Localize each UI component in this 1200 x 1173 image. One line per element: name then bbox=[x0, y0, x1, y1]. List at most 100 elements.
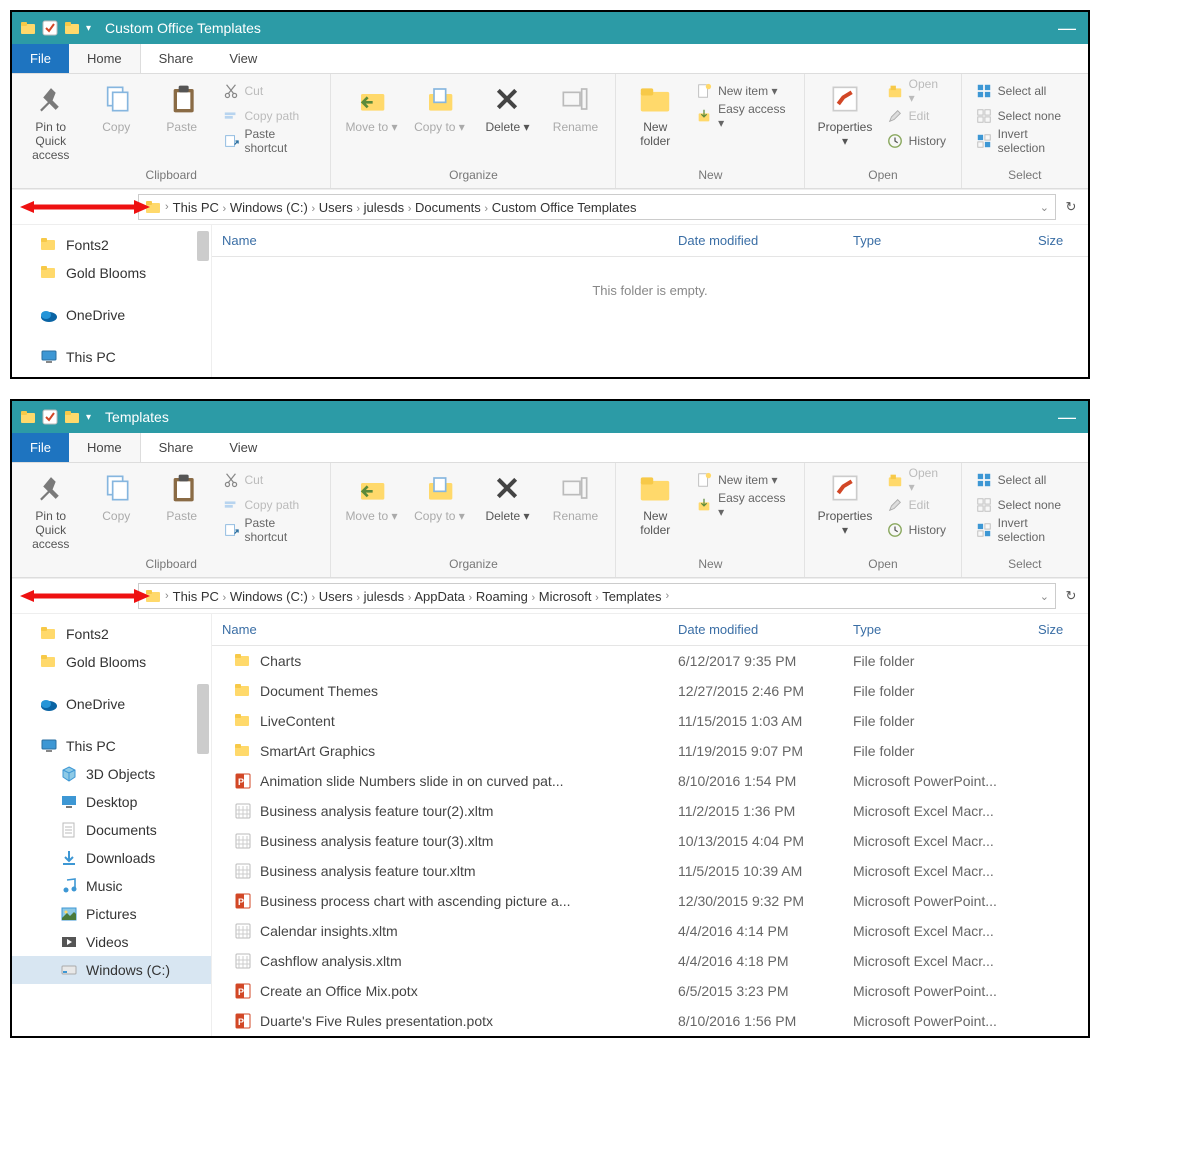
breadcrumb-path[interactable]: This PC › Windows (C:) › Users › julesds… bbox=[173, 589, 662, 604]
file-row[interactable]: Create an Office Mix.potx 6/5/2015 3:23 … bbox=[212, 976, 1088, 1006]
chevron-right-icon[interactable]: › bbox=[356, 592, 360, 604]
delete-button[interactable]: Delete ▾ bbox=[477, 467, 537, 527]
chevron-right-icon[interactable]: › bbox=[531, 592, 535, 604]
file-row[interactable]: Charts 6/12/2017 9:35 PM File folder bbox=[212, 646, 1088, 676]
breadcrumb-segment[interactable]: AppData bbox=[414, 589, 465, 604]
move-to-button[interactable]: Move to ▾ bbox=[341, 467, 401, 527]
breadcrumb-segment[interactable]: julesds bbox=[364, 589, 404, 604]
edit-button[interactable]: Edit bbox=[883, 494, 951, 516]
breadcrumb-segment[interactable]: Microsoft bbox=[539, 589, 592, 604]
file-row[interactable]: Calendar insights.xltm 4/4/2016 4:14 PM … bbox=[212, 916, 1088, 946]
tab-share[interactable]: Share bbox=[141, 44, 212, 73]
history-button[interactable]: History bbox=[883, 130, 951, 152]
chevron-right-icon[interactable]: › bbox=[223, 592, 227, 604]
file-row[interactable]: LiveContent 11/15/2015 1:03 AM File fold… bbox=[212, 706, 1088, 736]
file-list[interactable]: Name Date modified Type Size Charts 6/12… bbox=[212, 614, 1088, 1036]
paste-button[interactable]: Paste bbox=[153, 78, 211, 138]
titlebar[interactable]: ▾ Templates — bbox=[12, 401, 1088, 433]
file-row[interactable]: Animation slide Numbers slide in on curv… bbox=[212, 766, 1088, 796]
easy-access-button[interactable]: Easy access ▾ bbox=[692, 494, 794, 516]
tab-view[interactable]: View bbox=[211, 433, 275, 462]
sidebar-item[interactable]: Gold Blooms bbox=[12, 259, 211, 287]
breadcrumb-segment[interactable]: Documents bbox=[415, 200, 481, 215]
refresh-button[interactable]: ↻ bbox=[1060, 199, 1082, 215]
file-row[interactable]: Document Themes 12/27/2015 2:46 PM File … bbox=[212, 676, 1088, 706]
qat-dropdown-icon[interactable]: ▾ bbox=[86, 23, 91, 34]
sidebar-item[interactable]: Desktop bbox=[12, 788, 211, 816]
navigation-pane[interactable]: Fonts2Gold BloomsOneDriveThis PC3D Objec… bbox=[12, 614, 212, 1036]
breadcrumb[interactable]: › This PC › Windows (C:) › Users › jules… bbox=[138, 583, 1056, 609]
file-row[interactable]: Duarte's Five Rules presentation.potx 8/… bbox=[212, 1006, 1088, 1036]
column-size[interactable]: Size bbox=[1028, 225, 1088, 256]
file-list[interactable]: Name Date modified Type Size This folder… bbox=[212, 225, 1088, 377]
sidebar-item[interactable]: Gold Blooms bbox=[12, 648, 211, 676]
sidebar-item[interactable]: Music bbox=[12, 872, 211, 900]
pin-quick-access-button[interactable]: Pin to Quick access bbox=[22, 78, 80, 166]
breadcrumb-segment[interactable]: julesds bbox=[364, 200, 404, 215]
copy-path-button[interactable]: Copy path bbox=[219, 494, 321, 516]
breadcrumb[interactable]: › This PC › Windows (C:) › Users › jules… bbox=[138, 194, 1056, 220]
select-none-button[interactable]: Select none bbox=[972, 105, 1078, 127]
sidebar-item[interactable]: OneDrive bbox=[12, 301, 211, 329]
paste-shortcut-button[interactable]: Paste shortcut bbox=[219, 130, 321, 152]
delete-button[interactable]: Delete ▾ bbox=[477, 78, 537, 138]
new-folder-button[interactable]: New folder bbox=[626, 78, 684, 152]
minimize-button[interactable]: — bbox=[1058, 407, 1076, 428]
sidebar-item[interactable]: This PC bbox=[12, 732, 211, 760]
select-all-button[interactable]: Select all bbox=[972, 80, 1078, 102]
copy-button[interactable]: Copy bbox=[88, 467, 146, 527]
qat-dropdown-icon[interactable]: ▾ bbox=[86, 412, 91, 423]
breadcrumb-segment[interactable]: Custom Office Templates bbox=[492, 200, 637, 215]
sidebar-item[interactable]: Pictures bbox=[12, 900, 211, 928]
tab-file[interactable]: File bbox=[12, 44, 69, 73]
file-row[interactable]: Business analysis feature tour(2).xltm 1… bbox=[212, 796, 1088, 826]
invert-selection-button[interactable]: Invert selection bbox=[972, 519, 1078, 541]
sidebar-item[interactable]: Videos bbox=[12, 928, 211, 956]
tab-file[interactable]: File bbox=[12, 433, 69, 462]
scrollbar-thumb[interactable] bbox=[197, 231, 209, 261]
invert-selection-button[interactable]: Invert selection bbox=[972, 130, 1078, 152]
breadcrumb-segment[interactable]: Roaming bbox=[476, 589, 528, 604]
breadcrumb-path[interactable]: This PC › Windows (C:) › Users › julesds… bbox=[173, 200, 637, 215]
copy-button[interactable]: Copy bbox=[88, 78, 146, 138]
tab-home[interactable]: Home bbox=[69, 433, 141, 462]
column-date[interactable]: Date modified bbox=[668, 614, 843, 645]
sidebar-item[interactable]: Windows (C:) bbox=[12, 956, 211, 984]
copy-to-button[interactable]: Copy to ▾ bbox=[409, 467, 469, 527]
copy-path-button[interactable]: Copy path bbox=[219, 105, 321, 127]
tab-view[interactable]: View bbox=[211, 44, 275, 73]
sidebar-item[interactable]: This PC bbox=[12, 343, 211, 371]
paste-button[interactable]: Paste bbox=[153, 467, 211, 527]
chevron-right-icon[interactable]: › bbox=[165, 201, 169, 213]
breadcrumb-segment[interactable]: This PC bbox=[173, 589, 219, 604]
breadcrumb-segment[interactable]: Windows (C:) bbox=[230, 200, 308, 215]
properties-button[interactable]: Properties ▾ bbox=[815, 467, 874, 541]
pin-quick-access-button[interactable]: Pin to Quick access bbox=[22, 467, 80, 555]
open-button[interactable]: Open ▾ bbox=[883, 469, 951, 491]
chevron-down-icon[interactable]: ⌄ bbox=[1040, 201, 1049, 214]
tab-home[interactable]: Home bbox=[69, 44, 141, 73]
titlebar[interactable]: ▾ Custom Office Templates — bbox=[12, 12, 1088, 44]
easy-access-button[interactable]: Easy access ▾ bbox=[692, 105, 794, 127]
select-all-button[interactable]: Select all bbox=[972, 469, 1078, 491]
column-type[interactable]: Type bbox=[843, 614, 1028, 645]
chevron-right-icon[interactable]: › bbox=[223, 203, 227, 215]
rename-button[interactable]: Rename bbox=[545, 78, 605, 138]
history-button[interactable]: History bbox=[883, 519, 951, 541]
chevron-right-icon[interactable]: › bbox=[408, 592, 412, 604]
sidebar-item[interactable]: Fonts2 bbox=[12, 231, 211, 259]
file-row[interactable]: SmartArt Graphics 11/19/2015 9:07 PM Fil… bbox=[212, 736, 1088, 766]
chevron-right-icon[interactable]: › bbox=[595, 592, 599, 604]
column-name[interactable]: Name bbox=[212, 225, 668, 256]
chevron-right-icon[interactable]: › bbox=[665, 590, 669, 602]
chevron-right-icon[interactable]: › bbox=[311, 203, 315, 215]
paste-shortcut-button[interactable]: Paste shortcut bbox=[219, 519, 321, 541]
sidebar-item[interactable]: Documents bbox=[12, 816, 211, 844]
move-to-button[interactable]: Move to ▾ bbox=[341, 78, 401, 138]
column-date[interactable]: Date modified bbox=[668, 225, 843, 256]
cut-button[interactable]: Cut bbox=[219, 469, 321, 491]
refresh-button[interactable]: ↻ bbox=[1060, 588, 1082, 604]
navigation-pane[interactable]: Fonts2Gold Blooms OneDrive This PC bbox=[12, 225, 212, 377]
breadcrumb-segment[interactable]: Templates bbox=[602, 589, 661, 604]
edit-button[interactable]: Edit bbox=[883, 105, 951, 127]
